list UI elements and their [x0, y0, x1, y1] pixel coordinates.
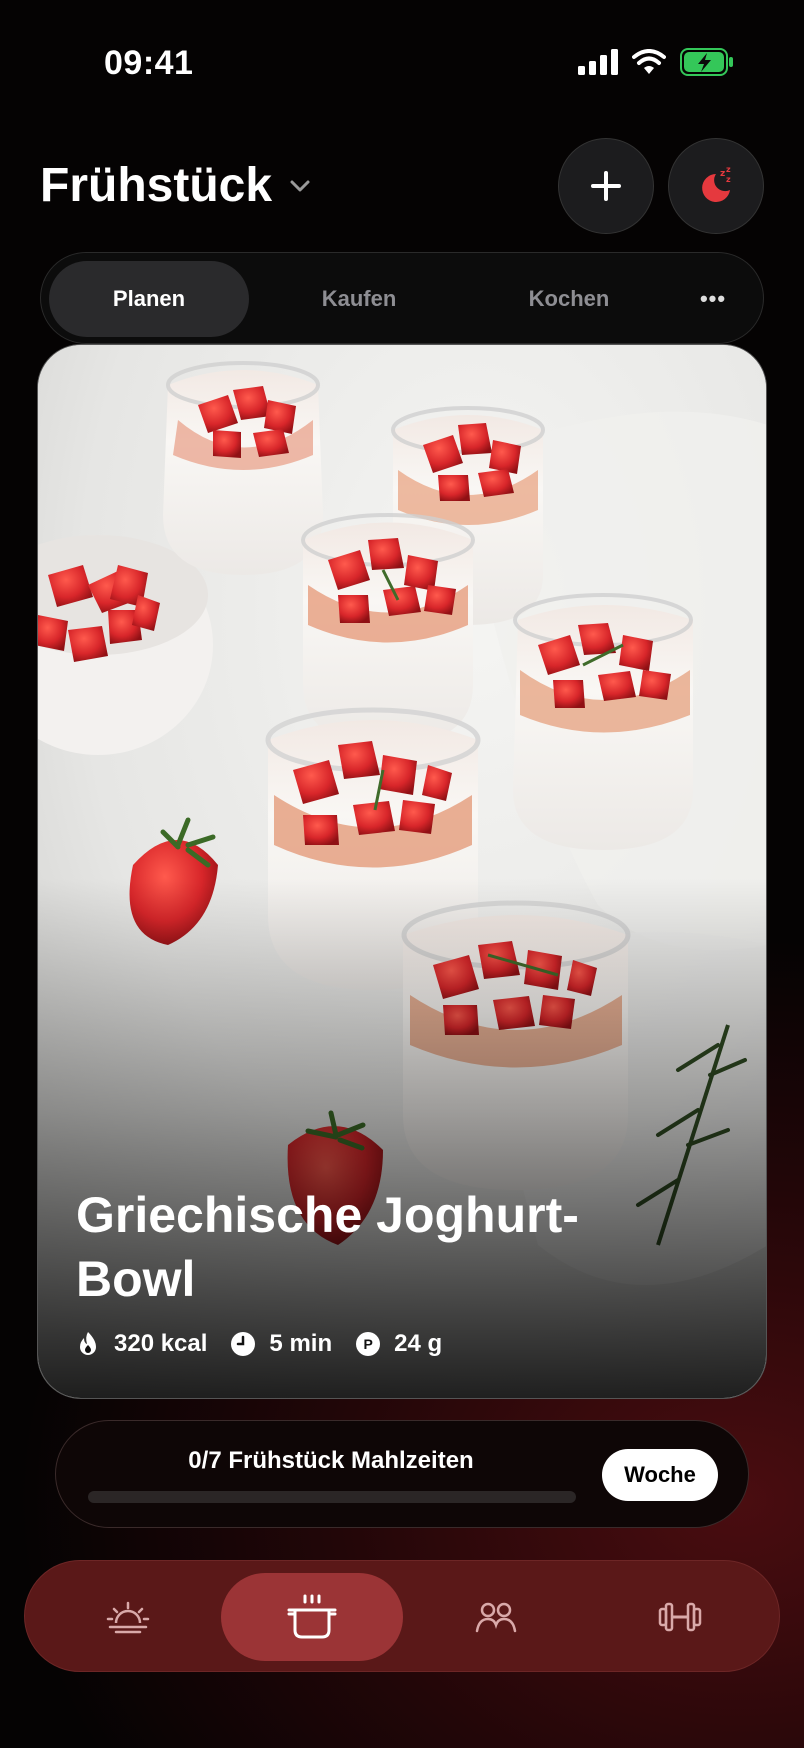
- status-bar: 09:41: [0, 0, 804, 130]
- clock-icon: [231, 1332, 256, 1356]
- chevron-down-icon: [290, 180, 310, 191]
- sleep-moon-icon: z z z: [702, 165, 731, 202]
- segmented-tabs: Planen Kaufen Kochen •••: [40, 252, 764, 344]
- calories-value: 320 kcal: [114, 1330, 208, 1357]
- battery-icon: [680, 48, 733, 76]
- time-value: 5 min: [269, 1330, 333, 1357]
- tab-kaufen[interactable]: Kaufen: [259, 261, 459, 337]
- recipe-card[interactable]: Griechische Joghurt-Bowl 320 kcal 5 min …: [37, 344, 767, 1399]
- wifi-icon: [632, 49, 666, 74]
- cooking-pot-icon: [287, 1594, 337, 1639]
- tab-planen[interactable]: Planen: [49, 261, 249, 337]
- progress-label: 0/7 Frühstück Mahlzeiten: [188, 1447, 474, 1474]
- more-tab[interactable]: •••: [673, 261, 753, 337]
- add-button[interactable]: [558, 138, 654, 234]
- page-title: Frühstück: [40, 159, 273, 212]
- week-button[interactable]: Woche: [602, 1449, 718, 1501]
- tab-kochen[interactable]: Kochen: [469, 261, 669, 337]
- jar: [163, 361, 323, 575]
- status-time: 09:41: [104, 44, 194, 82]
- svg-text:z: z: [726, 165, 731, 174]
- protein-icon: P: [356, 1332, 381, 1356]
- time-info: 5 min: [231, 1330, 332, 1358]
- weekly-progress: 0/7 Frühstück Mahlzeiten Woche: [55, 1420, 749, 1528]
- dumbbell-icon: [658, 1602, 702, 1632]
- sleep-button[interactable]: z z z: [668, 138, 764, 234]
- nav-item-community[interactable]: [405, 1573, 587, 1661]
- header: Frühstück z z z: [40, 138, 764, 234]
- recipe-meta: 320 kcal 5 min P 24 g: [76, 1330, 466, 1358]
- flame-icon: [80, 1332, 96, 1355]
- svg-text:z: z: [726, 175, 731, 184]
- bottom-nav: [24, 1560, 780, 1672]
- nav-item-fitness[interactable]: [589, 1573, 771, 1661]
- meal-selector[interactable]: Frühstück: [40, 158, 312, 213]
- protein-value: 24 g: [394, 1330, 443, 1357]
- svg-text:z: z: [720, 169, 725, 179]
- signal-icon: [578, 49, 618, 75]
- people-icon: [475, 1602, 517, 1633]
- status-icons: [578, 48, 734, 76]
- protein-info: P 24 g: [356, 1330, 442, 1358]
- plus-icon: [591, 171, 621, 201]
- nav-item-breakfast[interactable]: [37, 1573, 219, 1661]
- card-gradient: [38, 878, 766, 1398]
- progress-bar: [88, 1491, 576, 1503]
- recipe-title: Griechische Joghurt-Bowl: [76, 1187, 579, 1307]
- calories-info: 320 kcal: [76, 1330, 207, 1358]
- nav-item-cooking[interactable]: [221, 1573, 403, 1661]
- sunrise-icon: [106, 1601, 150, 1634]
